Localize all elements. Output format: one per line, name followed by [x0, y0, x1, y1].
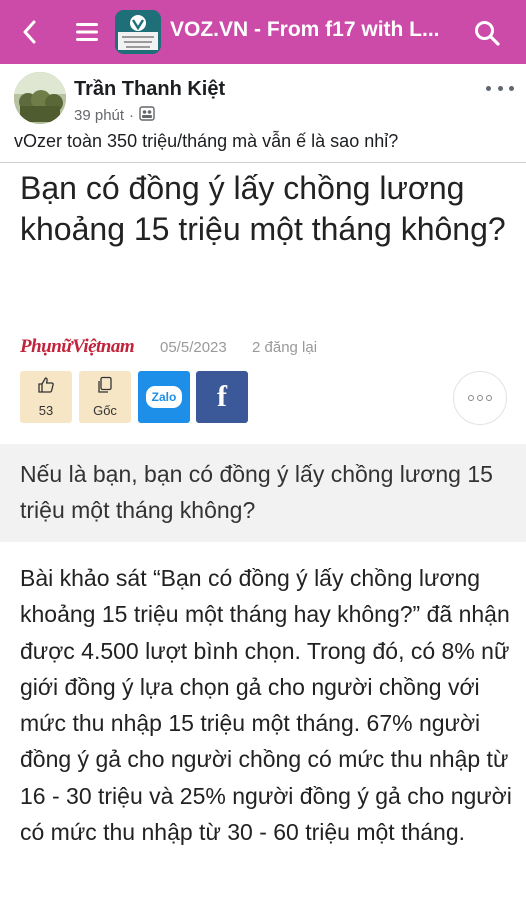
dot-icon	[477, 395, 483, 401]
post-author-name[interactable]: Trần Thanh Kiệt	[74, 78, 225, 101]
group-icon	[139, 106, 155, 125]
more-share-button[interactable]	[453, 371, 507, 425]
like-count: 53	[38, 403, 54, 418]
article-sapo-box: Nếu là bạn, bạn có đồng ý lấy chồng lươn…	[0, 444, 526, 542]
top-app-bar: VOZ.VN - From f17 with L...	[0, 0, 526, 64]
dot-icon	[468, 395, 474, 401]
facebook-icon: f	[217, 380, 227, 413]
article-date: 05/5/2023	[160, 339, 227, 356]
dot-icon	[486, 395, 492, 401]
zalo-icon: Zalo	[145, 386, 183, 408]
group-title[interactable]: VOZ.VN - From f17 with L...	[170, 18, 440, 42]
article-body: Bài khảo sát “Bạn có đồng ý lấy chồng lư…	[20, 565, 512, 846]
divider	[0, 162, 526, 163]
original-label: Gốc	[93, 403, 117, 418]
post-meta: 39 phút ·	[74, 106, 155, 125]
article-title: Bạn có đồng ý lấy chồng lương khoảng 15 …	[20, 170, 506, 247]
author-avatar[interactable]	[14, 72, 66, 124]
search-icon[interactable]	[470, 16, 504, 50]
article-sapo: Nếu là bạn, bạn có đồng ý lấy chồng lươn…	[20, 461, 493, 523]
group-avatar[interactable]	[115, 10, 161, 54]
post-caption: vOzer toàn 350 triệu/tháng mà vẫn ế là s…	[14, 131, 399, 151]
meta-separator: ·	[129, 107, 135, 124]
post-time[interactable]: 39 phút	[74, 107, 124, 124]
share-zalo-button[interactable]: Zalo	[138, 371, 190, 423]
like-button[interactable]: 53	[20, 371, 72, 423]
thumbs-up-icon	[37, 376, 55, 399]
hamburger-menu-icon[interactable]	[72, 18, 102, 46]
copy-icon	[96, 376, 114, 399]
more-options-icon[interactable]	[486, 80, 514, 96]
original-source-button[interactable]: Gốc	[79, 371, 131, 423]
back-arrow-icon[interactable]	[14, 16, 44, 48]
source-logo[interactable]: PhụnữViệtnam	[20, 336, 135, 358]
share-facebook-button[interactable]: f	[196, 371, 248, 423]
repost-count[interactable]: 2 đăng lại	[252, 339, 317, 356]
